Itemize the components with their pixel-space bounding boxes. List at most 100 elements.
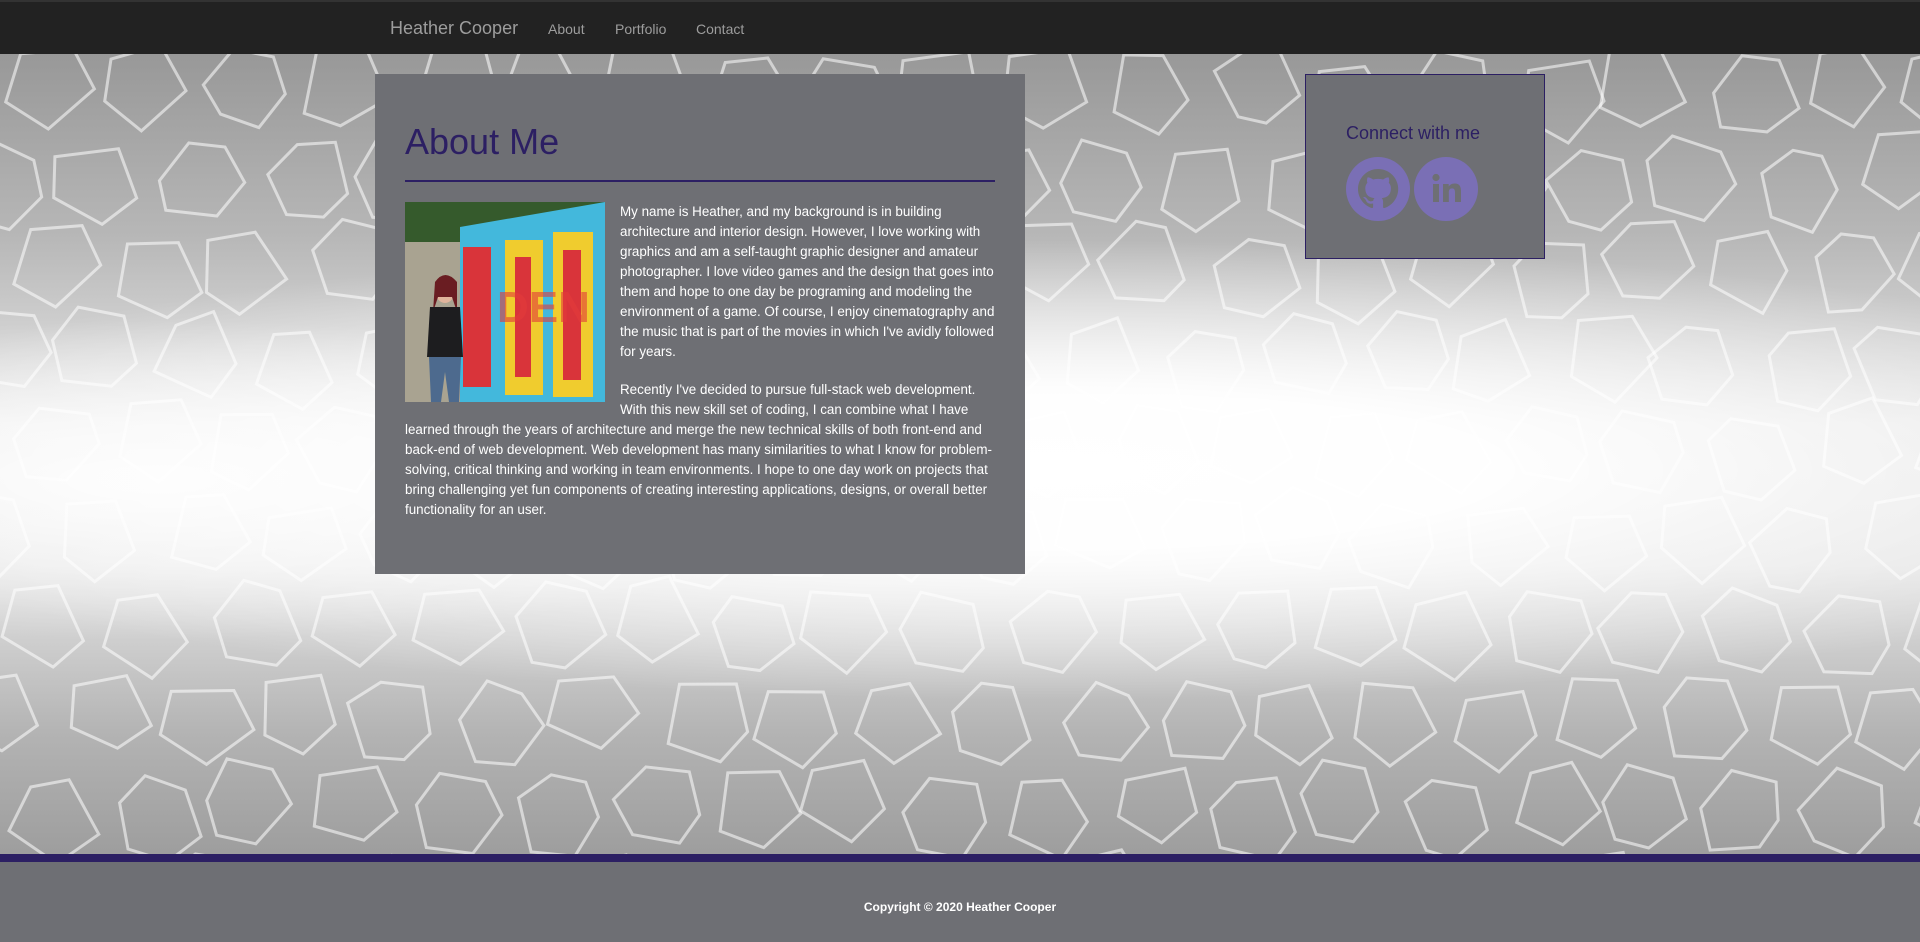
pattern-cell bbox=[1899, 55, 1920, 120]
pattern-cell bbox=[1065, 316, 1141, 406]
pattern-cell bbox=[666, 682, 750, 764]
pattern-cell bbox=[1008, 778, 1090, 861]
pattern-cell bbox=[1159, 497, 1247, 583]
pattern-cell bbox=[1913, 452, 1920, 471]
pattern-cell bbox=[3, 47, 97, 131]
pattern-cell bbox=[718, 770, 803, 850]
pattern-cell bbox=[414, 771, 504, 856]
pattern-cell bbox=[0, 673, 40, 753]
pattern-cell bbox=[1095, 219, 1186, 303]
github-link[interactable] bbox=[1346, 157, 1410, 221]
pattern-cell bbox=[152, 309, 238, 400]
pattern-cell bbox=[261, 506, 348, 583]
pattern-cell bbox=[1353, 681, 1438, 768]
pattern-cell bbox=[853, 681, 943, 766]
pattern-cell bbox=[1116, 766, 1199, 845]
pattern-cell bbox=[1404, 410, 1493, 496]
pattern-cell bbox=[169, 493, 253, 572]
pattern-cell bbox=[1864, 493, 1920, 581]
pattern-cell bbox=[117, 773, 203, 864]
pattern-cell bbox=[1507, 590, 1594, 674]
pattern-cell bbox=[798, 758, 887, 844]
pattern-cell bbox=[7, 778, 101, 866]
pattern-cell bbox=[254, 330, 334, 412]
pattern-cell bbox=[0, 311, 53, 389]
pattern-cell bbox=[898, 590, 985, 673]
pattern-cell bbox=[1599, 220, 1696, 300]
pattern-cell bbox=[901, 776, 988, 861]
pattern-cell bbox=[0, 496, 31, 579]
pattern-cell bbox=[201, 47, 287, 130]
pattern-cell bbox=[158, 688, 256, 767]
pattern-cell bbox=[1913, 805, 1920, 827]
pattern-cell bbox=[157, 141, 247, 218]
pattern-cell bbox=[205, 757, 294, 846]
pattern-cell bbox=[1119, 592, 1207, 672]
pattern-cell bbox=[1760, 148, 1839, 235]
pattern-cell bbox=[1061, 680, 1151, 762]
github-icon bbox=[1346, 157, 1410, 221]
pattern-cell bbox=[1598, 49, 1688, 129]
pattern-cell bbox=[1814, 232, 1897, 314]
pattern-cell bbox=[1365, 309, 1451, 391]
pattern-cell bbox=[1802, 594, 1891, 676]
pattern-cell bbox=[1711, 54, 1801, 134]
pattern-cell bbox=[1253, 485, 1341, 571]
pattern-cell bbox=[1596, 591, 1685, 675]
pattern-cell bbox=[1402, 590, 1493, 683]
pattern-cell bbox=[52, 147, 139, 227]
pattern-cell bbox=[263, 673, 337, 756]
pattern-cell bbox=[615, 574, 701, 664]
pattern-cell bbox=[950, 681, 1032, 767]
pattern-cell bbox=[118, 398, 203, 484]
pattern-cell bbox=[1117, 403, 1201, 496]
pattern-cell bbox=[752, 690, 838, 770]
pattern-cell bbox=[1747, 506, 1832, 594]
page-title: About Me bbox=[405, 121, 560, 162]
pattern-cell bbox=[1659, 495, 1747, 586]
pattern-cell bbox=[1504, 405, 1589, 483]
pattern-cell bbox=[1212, 237, 1302, 319]
pattern-cell bbox=[1299, 758, 1380, 844]
pattern-cell bbox=[1514, 760, 1603, 847]
pattern-cell bbox=[1569, 314, 1659, 405]
nav-link-about[interactable]: About bbox=[548, 21, 585, 37]
pattern-cell bbox=[11, 406, 101, 482]
linkedin-link[interactable] bbox=[1414, 157, 1478, 221]
navbar: Heather Cooper About Portfolio Contact bbox=[0, 0, 1920, 54]
pattern-cell bbox=[1860, 130, 1920, 211]
pattern-cell bbox=[0, 583, 86, 669]
pattern-cell bbox=[1854, 687, 1920, 772]
pattern-cell bbox=[1564, 514, 1649, 593]
pattern-cell bbox=[1161, 679, 1247, 760]
pattern-cell bbox=[345, 680, 432, 762]
pattern-cell bbox=[1796, 766, 1885, 860]
pattern-cell bbox=[1700, 586, 1793, 674]
pattern-cell bbox=[1166, 329, 1246, 414]
pattern-cell bbox=[1706, 417, 1797, 502]
connect-title: Connect with me bbox=[1346, 123, 1481, 143]
pattern-cell bbox=[1852, 325, 1920, 407]
pattern-cell bbox=[1646, 325, 1735, 407]
pattern-cell bbox=[1466, 506, 1551, 588]
pattern-cell bbox=[212, 578, 303, 667]
pattern-cell bbox=[798, 590, 889, 676]
nav-link-contact[interactable]: Contact bbox=[696, 21, 744, 37]
pattern-cell bbox=[514, 580, 608, 670]
pattern-cell bbox=[204, 230, 289, 317]
nav-link-portfolio[interactable]: Portfolio bbox=[615, 21, 666, 37]
brand-link[interactable]: Heather Cooper bbox=[390, 18, 518, 39]
pattern-cell bbox=[516, 773, 601, 858]
pattern-cell bbox=[1209, 407, 1295, 485]
pattern-cell bbox=[1662, 676, 1749, 761]
pattern-cell bbox=[1261, 312, 1348, 396]
pattern-cell bbox=[103, 43, 188, 133]
pattern-cell bbox=[101, 593, 190, 681]
pattern-cell bbox=[1053, 497, 1148, 570]
pattern-cell bbox=[457, 679, 546, 767]
pattern-cell bbox=[1808, 45, 1887, 129]
pattern-cell bbox=[1769, 685, 1853, 767]
title-divider bbox=[405, 180, 995, 182]
pattern-cell bbox=[1601, 763, 1689, 850]
pattern-cell bbox=[1403, 778, 1489, 861]
